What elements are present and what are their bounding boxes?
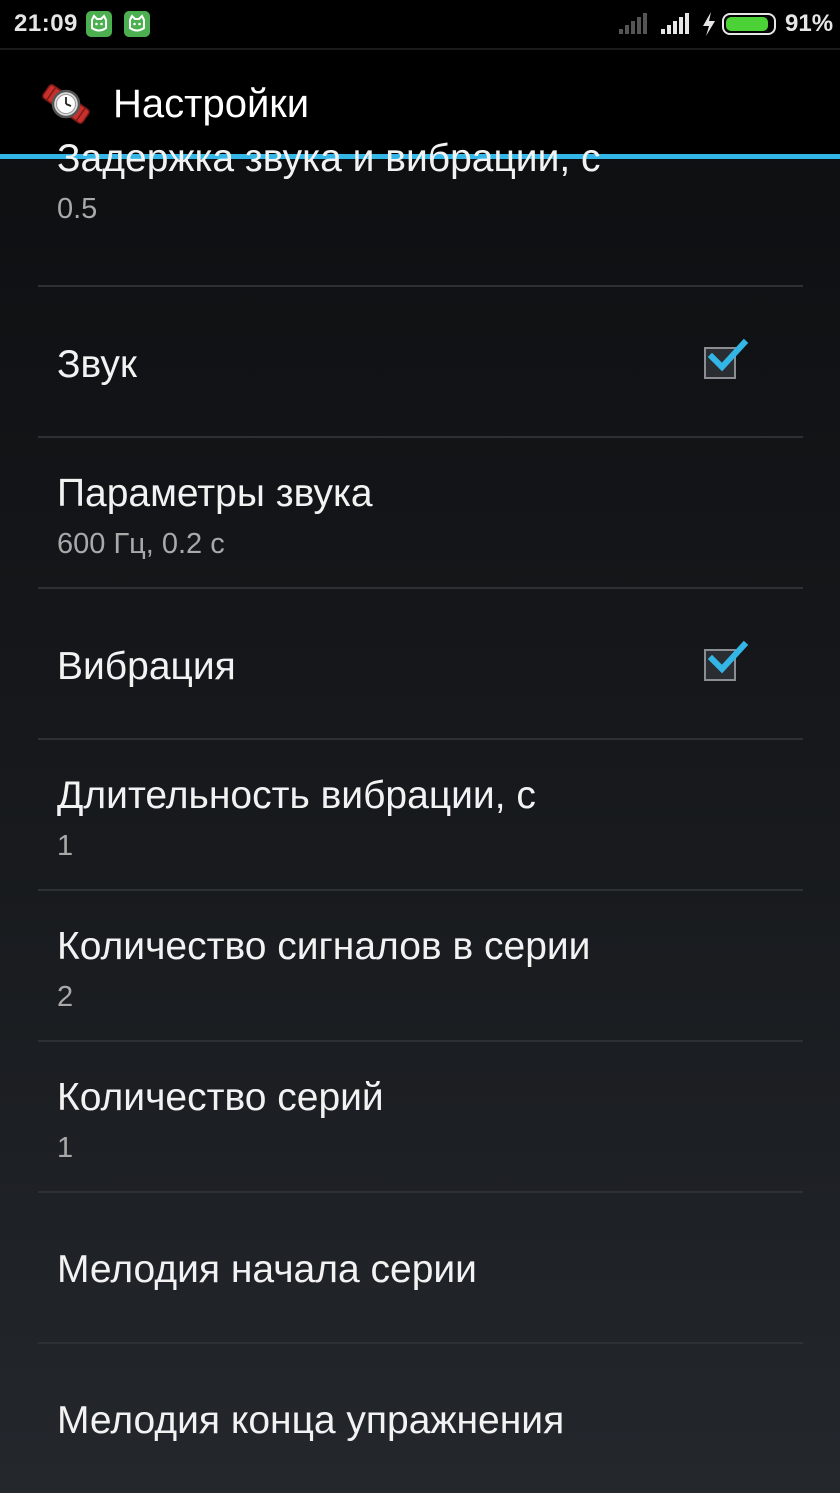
pref-sound[interactable]: Звук (0, 287, 840, 438)
cat-notification-icon (124, 11, 150, 37)
pref-sound-vibration-delay[interactable]: Задержка звука и вибрации, с 0.5 (0, 127, 840, 278)
checkmark-icon (707, 640, 749, 674)
pref-series-start-melody[interactable]: Мелодия начала серии (0, 1193, 840, 1344)
pref-vibration[interactable]: Вибрация (0, 589, 840, 740)
charging-bolt-icon (700, 11, 718, 37)
pref-title: Длительность вибрации, с (57, 774, 536, 817)
settings-screen: 21:09 91% Настройки Задержка звука и виб… (0, 0, 840, 1493)
cat-notification-icon (86, 11, 112, 37)
pref-title: Звук (57, 343, 137, 386)
sound-checkbox[interactable] (704, 338, 749, 379)
pref-exercise-end-melody[interactable]: Мелодия конца упражнения (0, 1344, 840, 1493)
pref-summary: 1 (57, 830, 74, 862)
pref-signals-per-series[interactable]: Количество сигналов в серии 2 (0, 891, 840, 1042)
pref-summary: 1 (57, 1132, 74, 1164)
pref-title: Мелодия конца упражнения (57, 1399, 565, 1442)
app-logo-icon[interactable] (38, 76, 94, 132)
pref-title: Количество сигналов в серии (57, 925, 591, 968)
battery-icon (722, 13, 776, 35)
pref-title: Задержка звука и вибрации, с (57, 137, 601, 180)
pref-sound-parameters[interactable]: Параметры звука 600 Гц, 0.2 с (0, 438, 840, 589)
pref-summary: 0.5 (57, 193, 98, 225)
pref-series-count[interactable]: Количество серий 1 (0, 1042, 840, 1193)
signal-strength-icon (660, 12, 690, 34)
page-title: Настройки (113, 82, 310, 126)
status-time: 21:09 (14, 10, 78, 37)
pref-title: Мелодия начала серии (57, 1248, 477, 1291)
signal-weak-icon (618, 12, 648, 34)
pref-summary: 2 (57, 981, 74, 1013)
battery-fill (726, 17, 768, 31)
pref-title: Параметры звука (57, 472, 373, 515)
pref-title: Вибрация (57, 645, 236, 688)
pref-title: Количество серий (57, 1076, 384, 1119)
status-bar: 21:09 91% (0, 0, 840, 48)
pref-summary: 600 Гц, 0.2 с (57, 528, 225, 560)
pref-vibration-duration[interactable]: Длительность вибрации, с 1 (0, 740, 840, 891)
checkmark-icon (707, 338, 749, 372)
battery-percent: 91% (785, 10, 834, 37)
vibration-checkbox[interactable] (704, 640, 749, 681)
